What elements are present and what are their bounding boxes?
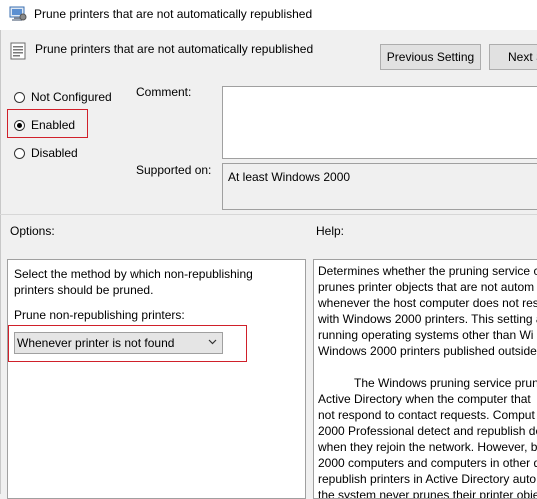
window-title: Prune printers that are not automaticall…	[34, 7, 313, 21]
prune-label: Prune non-republishing printers:	[14, 308, 185, 322]
radio-circle[interactable]	[14, 91, 25, 103]
setting-page-icon	[10, 42, 26, 60]
options-description-line: printers should be pruned.	[14, 283, 154, 297]
radio-not-configured[interactable]: Not Configured	[14, 90, 112, 104]
help-line: 2000 computers and computers in other d	[318, 456, 537, 470]
radio-circle[interactable]	[14, 147, 25, 159]
dropdown-highlight	[8, 325, 247, 362]
radio-label: Enabled	[31, 118, 76, 132]
help-line: republish printers in Active Directory a…	[318, 472, 537, 486]
help-line: 2000 Professional detect and republish d…	[318, 424, 537, 438]
options-panel: Select the method by which non-republish…	[7, 259, 306, 499]
options-label: Options:	[10, 224, 55, 238]
help-line: the system never prunes their printer ob…	[318, 488, 537, 499]
supported-on-label: Supported on:	[136, 163, 212, 177]
radio-label: Disabled	[31, 146, 78, 160]
radio-label: Not Configured	[31, 90, 112, 104]
previous-setting-button[interactable]: Previous Setting	[380, 44, 481, 70]
help-line: with Windows 2000 printers. This setting…	[318, 312, 537, 326]
radio-enabled[interactable]: Enabled	[14, 118, 75, 132]
help-line: not respond to contact requests. Comput	[318, 408, 535, 422]
comment-field[interactable]	[222, 86, 537, 159]
help-label: Help:	[316, 224, 345, 238]
comment-label: Comment:	[136, 85, 192, 99]
radio-circle-checked[interactable]	[14, 119, 25, 131]
section-divider	[0, 214, 537, 215]
setting-title: Prune printers that are not automaticall…	[35, 42, 314, 56]
help-line: The Windows pruning service prun	[354, 376, 537, 390]
window-border	[0, 30, 1, 494]
options-description: Select the method by which non-republish…	[14, 266, 294, 298]
help-line: when they rejoin the network. However, b	[318, 440, 537, 454]
help-text: Determines whether the pruning service c…	[318, 263, 537, 499]
supported-on-value: At least Windows 2000	[222, 163, 537, 210]
policy-settings-icon	[9, 6, 27, 21]
help-line: Determines whether the pruning service c	[318, 264, 537, 278]
help-line: running operating systems other than Wi	[318, 328, 534, 342]
help-panel: Determines whether the pruning service c…	[313, 259, 537, 499]
help-line: Windows 2000 printers published outside	[318, 344, 537, 358]
radio-disabled[interactable]: Disabled	[14, 146, 78, 160]
options-description-line: Select the method by which non-republish…	[14, 267, 253, 281]
help-line: Active Directory when the computer that	[318, 392, 531, 406]
next-setting-button[interactable]: Next S	[489, 44, 537, 70]
help-line: prunes printer objects that are not auto…	[318, 280, 535, 294]
help-line: whenever the host computer does not res	[318, 296, 537, 310]
